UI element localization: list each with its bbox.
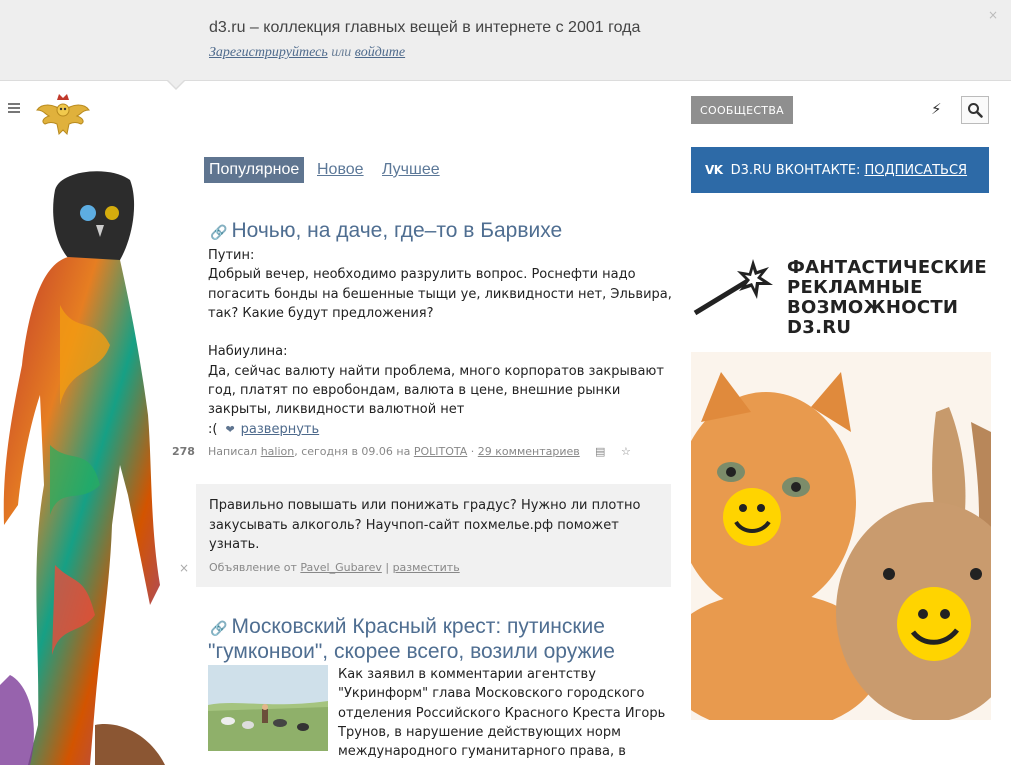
vk-subscribe-banner[interactable]: VK D3.RU ВКОНТАКТЕ: ПОДПИСАТЬСЯ: [691, 147, 989, 193]
menu-icon[interactable]: [8, 103, 20, 115]
promo-line: ВОЗМОЖНОСТИ: [787, 297, 959, 318]
post-meta: Написал halion, сегодня в 09.06 на POLIT…: [208, 445, 631, 458]
heart-icon: ❤: [225, 422, 235, 436]
announcement-prefix: Объявление от: [209, 561, 297, 574]
promo-line: РЕКЛАМНЫЕ: [787, 277, 923, 298]
link-icon: 🔗: [210, 224, 228, 240]
announcement-line: узнать.: [209, 537, 260, 552]
announcement-close-icon[interactable]: ×: [179, 561, 189, 575]
search-button[interactable]: [961, 96, 989, 124]
post-line: международного гуманитарного права, в: [338, 744, 626, 760]
tab-new[interactable]: Новое: [317, 157, 364, 183]
notice-close-icon[interactable]: ×: [988, 8, 998, 22]
post-line: [208, 323, 668, 342]
place-ad-link[interactable]: разместить: [393, 561, 460, 574]
tab-best[interactable]: Лучшее: [382, 157, 440, 183]
search-icon: [968, 103, 983, 118]
post-line: так? Какие будут предложения?: [208, 305, 434, 321]
post-line: погасить бонды на бешенные тыщи уе, ликв…: [208, 286, 672, 302]
link-icon: 🔗: [210, 620, 228, 636]
bookmark-icon[interactable]: ▤: [595, 445, 605, 458]
meta-written: Написал: [208, 445, 258, 458]
post-body: Путин: Добрый вечер, необходимо разрулит…: [208, 246, 672, 439]
post-thumbnail[interactable]: [208, 665, 328, 751]
register-link[interactable]: Зарегистрируйтесь: [209, 45, 328, 60]
promo-line: D3.RU: [787, 317, 852, 338]
expand-link[interactable]: развернуть: [241, 422, 319, 437]
post-line: Да, сейчас валюту найти проблема, много …: [208, 363, 664, 379]
post-title-text[interactable]: Ночью, на даче, где–то в Барвихе: [231, 219, 562, 242]
post-line: "Укринформ" глава Московского городского: [338, 686, 645, 702]
post-score[interactable]: 278: [172, 445, 195, 458]
post-line: Добрый вечер, необходимо разрулить вопро…: [208, 267, 636, 283]
promo-kitten-bunny-image[interactable]: [691, 352, 991, 720]
community-link[interactable]: POLITOTA: [414, 445, 467, 458]
post-title-continued[interactable]: "гумконвои", скорее всего, возили оружие: [208, 639, 615, 664]
magic-wand-icon: [693, 259, 773, 316]
announcement-author-link[interactable]: Pavel_Gubarev: [300, 561, 382, 574]
post-line: закрыты, ликвидности валютной нет: [208, 402, 465, 418]
decorative-figure-image: [0, 171, 165, 765]
post-line: отделения Российского Красного Креста Иг…: [338, 705, 666, 721]
communities-button[interactable]: СООБЩЕСТВА: [691, 96, 793, 124]
post-excerpt: Как заявил в комментарии агентству "Укри…: [338, 665, 668, 761]
post-title[interactable]: 🔗 Московский Красный крест: путинские: [210, 614, 605, 641]
announcement-footer: Объявление от Pavel_Gubarev | разместить: [209, 561, 460, 574]
author-link[interactable]: halion: [261, 445, 295, 458]
promo-headline[interactable]: ФАНТАСТИЧЕСКИЕ РЕКЛАМНЫЕ ВОЗМОЖНОСТИ D3.…: [787, 258, 987, 338]
post-title-text[interactable]: Московский Красный крест: путинские: [231, 615, 605, 638]
meta-sep: ·: [467, 445, 478, 458]
star-icon[interactable]: ☆: [621, 445, 631, 458]
registration-notice: d3.ru – коллекция главных вещей в интерн…: [0, 0, 1011, 81]
auth-links: Зарегистрируйтесь или войдите: [209, 45, 405, 61]
post-line: год, платят по евробондам, валюта в цене…: [208, 383, 621, 399]
post-line: Трунов, в нарушение действующих норм: [338, 724, 621, 740]
site-tagline: d3.ru – коллекция главных вещей в интерн…: [209, 19, 641, 36]
comments-link[interactable]: 29 комментариев: [478, 445, 580, 458]
vk-label: D3.RU ВКОНТАКТЕ:: [730, 162, 861, 178]
tab-popular[interactable]: Популярное: [204, 157, 305, 183]
post-line: Как заявил в комментарии агентству: [338, 667, 596, 682]
vk-icon: VK: [705, 163, 723, 177]
site-logo[interactable]: [35, 90, 91, 138]
post-last-line: :( ❤ развернуть: [208, 420, 668, 439]
notice-pointer: [168, 80, 184, 88]
post-title[interactable]: 🔗 Ночью, на даче, где–то в Барвихе: [210, 218, 562, 245]
announcement-line: Правильно повышать или понижать градус? …: [209, 498, 641, 513]
login-link[interactable]: войдите: [355, 45, 405, 60]
promo-line: ФАНТАСТИЧЕСКИЕ: [787, 257, 987, 278]
post-line: Путин:: [208, 248, 255, 263]
lightning-icon[interactable]: ⚡: [931, 100, 942, 118]
announcement-line: закусывать алкоголь? Научпоп-сайт похмел…: [209, 517, 619, 533]
announcement-text: Правильно повышать или понижать градус? …: [209, 496, 659, 555]
post-line: Набиулина:: [208, 344, 288, 360]
footer-sep: |: [381, 561, 393, 574]
meta-date: , сегодня в 09.06 на: [294, 445, 411, 458]
vk-subscribe-link[interactable]: ПОДПИСАТЬСЯ: [864, 163, 967, 178]
announcement-block: Правильно повышать или понижать градус? …: [196, 484, 671, 587]
or-text: или: [331, 45, 352, 60]
sad-emoticon: :(: [208, 421, 218, 437]
